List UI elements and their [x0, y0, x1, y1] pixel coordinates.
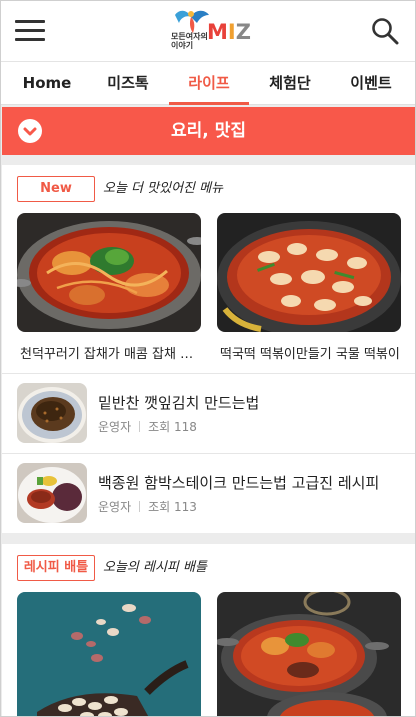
header: 모든여자의 이야기 MIZ: [1, 1, 415, 61]
recipe-battle-badge: 레시피 배틀: [17, 555, 95, 581]
list-item[interactable]: 밑반찬 깻잎김치 만드는법 운영자 조회 118: [2, 373, 415, 453]
category-title: 요리, 맛집: [171, 121, 246, 141]
logo-subtitle: 모든여자의 이야기: [171, 32, 208, 50]
list-item-meta: 운영자 조회 113: [98, 498, 197, 515]
list-item[interactable]: 백종원 함박스테이크 만드는법 고급진 레시피 운영자 조회 113: [2, 453, 415, 533]
list-thumbnail-hamburg-steak: [17, 463, 87, 523]
list-thumbnail-perilla-kimchi: [17, 383, 87, 443]
section-title: 오늘 더 맛있어진 메뉴: [103, 181, 224, 196]
tab-home[interactable]: Home: [15, 62, 79, 105]
category-bar: 요리, 맛집: [2, 107, 415, 155]
hamburger-icon[interactable]: [15, 20, 45, 42]
author: 운영자: [98, 500, 132, 514]
list-item-title: 백종원 함박스테이크 만드는법 고급진 레시피: [98, 474, 380, 492]
tab-experience[interactable]: 체험단: [255, 62, 325, 105]
card-thumbnail-tteokbokki[interactable]: [217, 213, 401, 332]
tab-miztalk[interactable]: 미즈톡: [93, 62, 163, 105]
section-title: 오늘의 레시피 배틀: [103, 560, 207, 575]
tab-event[interactable]: 이벤트: [335, 62, 407, 105]
meta-divider: [139, 421, 141, 432]
battle-thumbnail-beans[interactable]: [17, 592, 201, 716]
recipe-battle-section: 레시피 배틀 오늘의 레시피 배틀: [2, 544, 415, 716]
card-caption[interactable]: 천덕꾸러기 잡채가 매콤 잡채 변신: [20, 343, 202, 362]
battle-thumbnail-stew[interactable]: [217, 592, 401, 716]
chevron-down-icon[interactable]: [18, 119, 42, 143]
view-count: 조회 118: [148, 420, 197, 434]
new-badge: New: [17, 176, 95, 202]
tab-life[interactable]: 라이프: [173, 62, 245, 105]
logo[interactable]: 모든여자의 이야기 MIZ: [167, 7, 251, 55]
author: 운영자: [98, 420, 132, 434]
logo-text: MIZ: [207, 20, 251, 44]
list-item-title: 밑반찬 깻잎김치 만드는법: [98, 394, 260, 412]
app-frame: 모든여자의 이야기 MIZ Home 미즈톡 라이프 체험단 이벤트 요리, 맛…: [0, 0, 416, 717]
card-caption[interactable]: 떡국떡 떡볶이만들기 국물 떡볶이: [220, 343, 402, 362]
main-nav: Home 미즈톡 라이프 체험단 이벤트: [1, 61, 415, 105]
view-count: 조회 113: [148, 500, 197, 514]
search-icon[interactable]: [371, 17, 399, 45]
card-thumbnail-japchae[interactable]: [17, 213, 201, 332]
meta-divider: [139, 501, 141, 512]
list-item-meta: 운영자 조회 118: [98, 418, 197, 435]
new-menu-section: New 오늘 더 맛있어진 메뉴 천덕꾸러기 잡채가 매콤 잡채 변신 떡국떡 …: [2, 165, 415, 533]
active-tab-indicator: [169, 102, 249, 105]
